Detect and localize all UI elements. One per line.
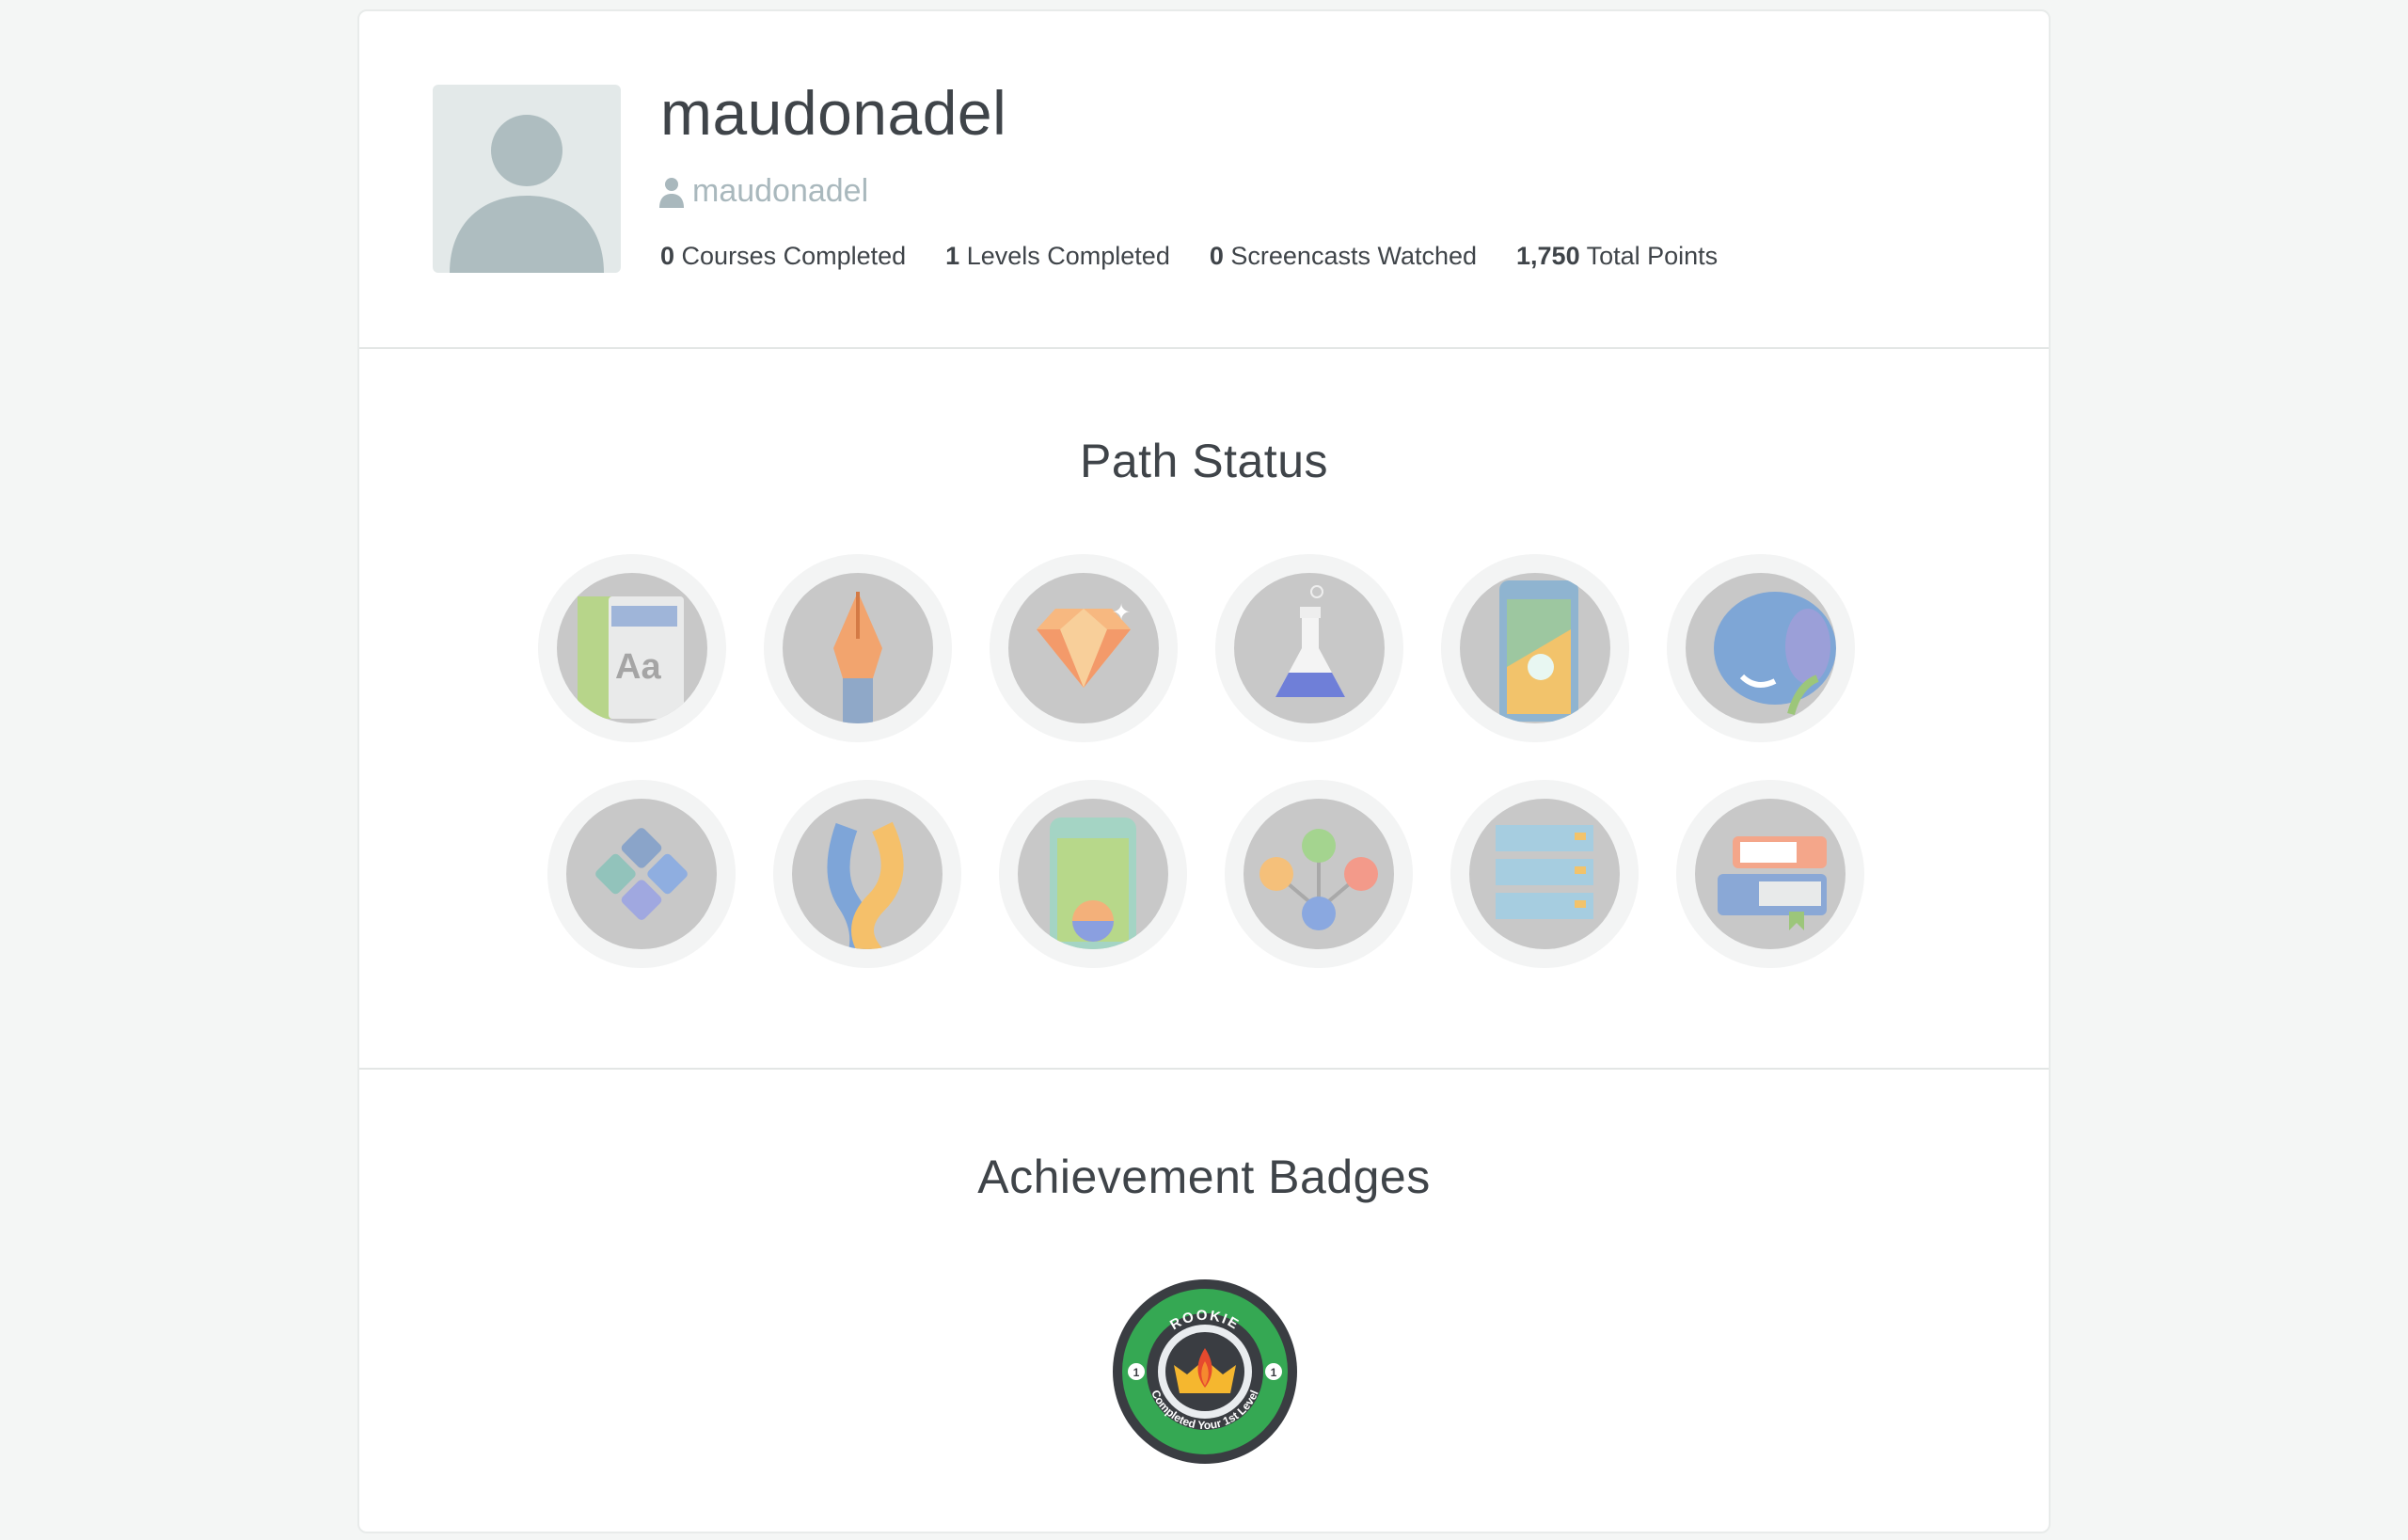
- rookie-number-right: 1: [1271, 1366, 1277, 1379]
- svg-text:✦: ✦: [1112, 600, 1131, 626]
- books-icon: [1718, 836, 1827, 930]
- ruby-gem-icon: ✦: [1037, 600, 1131, 688]
- path-badge[interactable]: [1215, 554, 1403, 742]
- path-badges-row-1: Aa ✦: [538, 554, 1893, 742]
- rookie-number-left: 1: [1133, 1366, 1140, 1379]
- svg-text:Aa: Aa: [615, 647, 661, 687]
- path-badges-row-2: [547, 780, 1902, 968]
- path-status-section: Path Status Aa ✦: [359, 349, 2049, 1070]
- achievement-badges-section: Achievement Badges 1 1 ROOKIE Completed …: [359, 1070, 2049, 1540]
- stat-points: 1,750 Total Points: [1516, 242, 1719, 270]
- path-badge[interactable]: [1225, 780, 1413, 968]
- path-badge[interactable]: [1450, 780, 1639, 968]
- stat-courses: 0 Courses Completed: [660, 242, 907, 270]
- phone-gradient-icon: [1050, 818, 1136, 949]
- profile-handle[interactable]: maudonadel: [658, 173, 868, 210]
- elephant-icon: [1714, 592, 1836, 716]
- path-badge[interactable]: [999, 780, 1187, 968]
- flask-icon: [1275, 585, 1345, 697]
- path-badge[interactable]: [773, 780, 961, 968]
- path-badge[interactable]: [1441, 554, 1629, 742]
- path-badge[interactable]: [547, 780, 736, 968]
- profile-name: maudonadel: [660, 78, 1007, 148]
- rookie-badge[interactable]: 1 1 ROOKIE Completed Your 1st Level: [1110, 1277, 1300, 1467]
- path-badge[interactable]: [1676, 780, 1864, 968]
- snakes-icon: [827, 821, 904, 949]
- stat-screencasts: 0 Screencasts Watched: [1209, 242, 1478, 270]
- profile-card: maudonadel maudonadel 0 Courses Complete…: [357, 9, 2051, 1533]
- user-icon: [659, 177, 684, 208]
- mobile-touch-icon: [1499, 580, 1578, 722]
- profile-stats: 0 Courses Completed 1 Levels Completed 0…: [660, 242, 1757, 271]
- handle-text: maudonadel: [692, 173, 869, 209]
- profile-header: maudonadel maudonadel 0 Courses Complete…: [359, 11, 2049, 349]
- path-badge[interactable]: Aa: [538, 554, 726, 742]
- typography-icon: Aa: [578, 596, 684, 719]
- grid-diamond-icon: [595, 828, 688, 920]
- avatar: [433, 85, 621, 273]
- achievement-badges-title: Achievement Badges: [977, 1151, 1431, 1203]
- pen-nib-icon: [833, 592, 882, 723]
- path-badge[interactable]: [764, 554, 952, 742]
- network-nodes-icon: [1259, 829, 1378, 930]
- path-status-title: Path Status: [1080, 435, 1328, 487]
- server-rack-icon: [1496, 825, 1593, 919]
- path-badge[interactable]: ✦: [990, 554, 1178, 742]
- stat-levels: 1 Levels Completed: [945, 242, 1170, 270]
- path-badge[interactable]: [1667, 554, 1855, 742]
